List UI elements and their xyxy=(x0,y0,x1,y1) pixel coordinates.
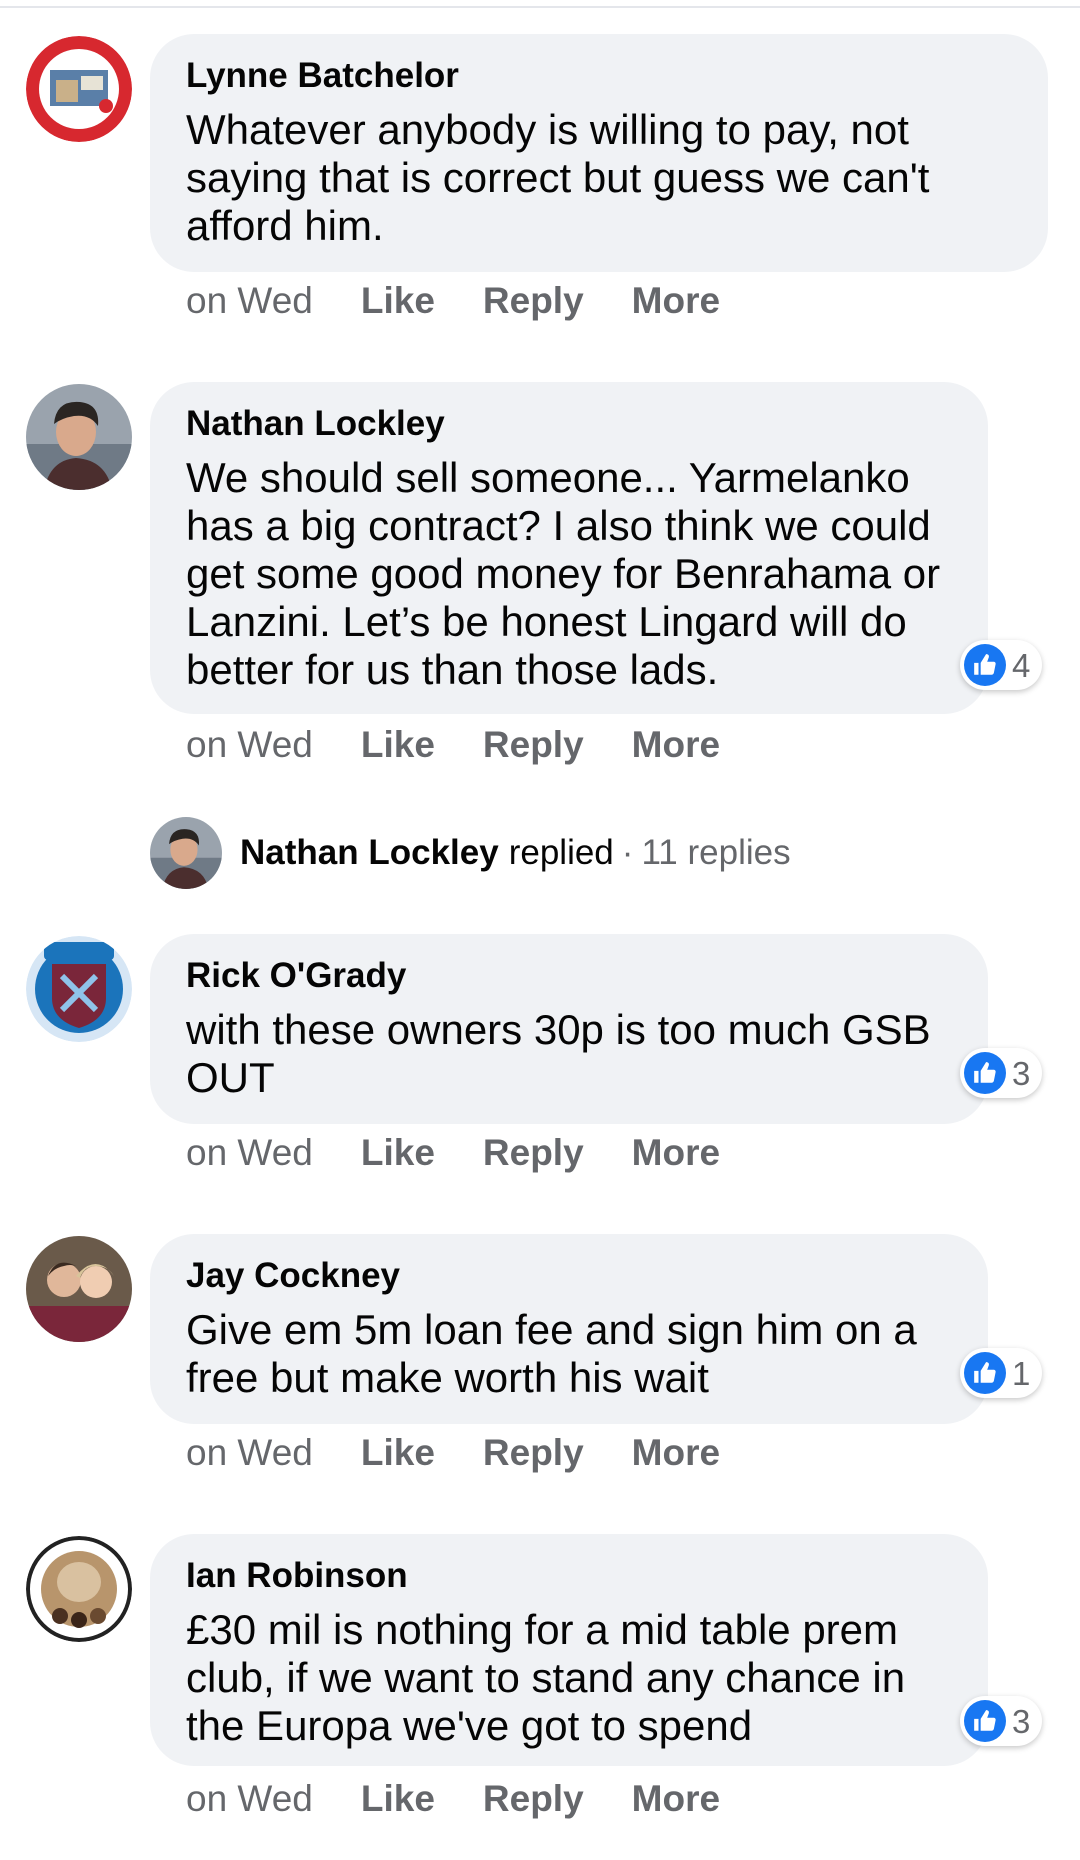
comment-actions: on Wed Like Reply More xyxy=(186,1432,768,1474)
comment-author[interactable]: Jay Cockney xyxy=(186,1254,952,1298)
comment-bubble: Lynne Batchelor Whatever anybody is will… xyxy=(150,34,1048,272)
like-button[interactable]: Like xyxy=(361,280,435,322)
like-button[interactable]: Like xyxy=(361,1432,435,1474)
comment-time[interactable]: on Wed xyxy=(186,280,313,322)
reaction-badge[interactable]: 3 xyxy=(960,1048,1043,1098)
comment-text: We should sell someone... Yarmelanko has… xyxy=(186,454,941,693)
comment-author[interactable]: Rick O'Grady xyxy=(186,954,952,998)
reply-button[interactable]: Reply xyxy=(483,1432,584,1474)
more-button[interactable]: More xyxy=(632,280,720,322)
comment-bubble: Rick O'Grady with these owners 30p is to… xyxy=(150,934,988,1124)
comment-bubble: Nathan Lockley We should sell someone...… xyxy=(150,382,988,714)
comment-bubble: Ian Robinson £30 mil is nothing for a mi… xyxy=(150,1534,988,1766)
avatar[interactable] xyxy=(26,384,132,490)
avatar[interactable] xyxy=(26,1536,132,1642)
like-button[interactable]: Like xyxy=(361,1778,435,1820)
view-replies-link[interactable]: Nathan Lockley replied · 11 replies xyxy=(150,816,791,890)
comment-author[interactable]: Ian Robinson xyxy=(186,1554,952,1598)
reaction-count: 3 xyxy=(1012,1054,1031,1092)
like-button[interactable]: Like xyxy=(361,1132,435,1174)
avatar[interactable] xyxy=(26,36,132,142)
three-lions-badge-avatar-icon xyxy=(26,1536,132,1642)
reaction-badge[interactable]: 3 xyxy=(960,1696,1043,1746)
more-button[interactable]: More xyxy=(632,724,720,766)
comments-page: Lynne Batchelor Whatever anybody is will… xyxy=(0,0,1080,1860)
comment-author[interactable]: Lynne Batchelor xyxy=(186,54,1012,98)
reaction-count: 4 xyxy=(1012,646,1031,684)
reply-button[interactable]: Reply xyxy=(483,724,584,766)
thumbs-up-icon xyxy=(964,644,1006,686)
profile-photo-icon xyxy=(150,817,222,889)
comment-text: with these owners 30p is too much GSB OU… xyxy=(186,1006,931,1101)
comment-actions: on Wed Like Reply More xyxy=(186,1132,768,1174)
comment-actions: on Wed Like Reply More xyxy=(186,724,768,766)
reaction-count: 1 xyxy=(1012,1354,1031,1392)
comment-time[interactable]: on Wed xyxy=(186,724,313,766)
comment-time[interactable]: on Wed xyxy=(186,1778,313,1820)
comment-author[interactable]: Nathan Lockley xyxy=(186,402,952,446)
west-ham-crest-avatar-icon xyxy=(26,936,132,1042)
top-divider xyxy=(0,6,1080,8)
replied-label: replied xyxy=(508,833,614,872)
comment-actions: on Wed Like Reply More xyxy=(186,280,768,322)
comment-actions: on Wed Like Reply More xyxy=(186,1778,768,1820)
like-button[interactable]: Like xyxy=(361,724,435,766)
reply-author: Nathan Lockley xyxy=(240,833,499,872)
comment-time[interactable]: on Wed xyxy=(186,1132,313,1174)
reply-button[interactable]: Reply xyxy=(483,280,584,322)
more-button[interactable]: More xyxy=(632,1778,720,1820)
reply-avatar xyxy=(150,817,222,889)
comment-text: Whatever anybody is willing to pay, not … xyxy=(186,106,930,249)
reply-count: 11 replies xyxy=(641,833,791,872)
vaccinated-badge-avatar-icon xyxy=(26,36,132,142)
reaction-badge[interactable]: 4 xyxy=(960,640,1043,690)
profile-photo-icon xyxy=(26,1236,132,1342)
comment-text: Give em 5m loan fee and sign him on a fr… xyxy=(186,1306,917,1401)
comment-time[interactable]: on Wed xyxy=(186,1432,313,1474)
thumbs-up-icon xyxy=(964,1352,1006,1394)
comment-text: £30 mil is nothing for a mid table prem … xyxy=(186,1606,906,1749)
more-button[interactable]: More xyxy=(632,1132,720,1174)
comment-bubble: Jay Cockney Give em 5m loan fee and sign… xyxy=(150,1234,988,1424)
separator-dot: · xyxy=(621,833,634,872)
reply-button[interactable]: Reply xyxy=(483,1132,584,1174)
more-button[interactable]: More xyxy=(632,1432,720,1474)
profile-photo-icon xyxy=(26,384,132,490)
reaction-count: 3 xyxy=(1012,1702,1031,1740)
avatar[interactable] xyxy=(26,1236,132,1342)
thumbs-up-icon xyxy=(964,1700,1006,1742)
thumbs-up-icon xyxy=(964,1052,1006,1094)
reaction-badge[interactable]: 1 xyxy=(960,1348,1043,1398)
avatar[interactable] xyxy=(26,936,132,1042)
reply-button[interactable]: Reply xyxy=(483,1778,584,1820)
